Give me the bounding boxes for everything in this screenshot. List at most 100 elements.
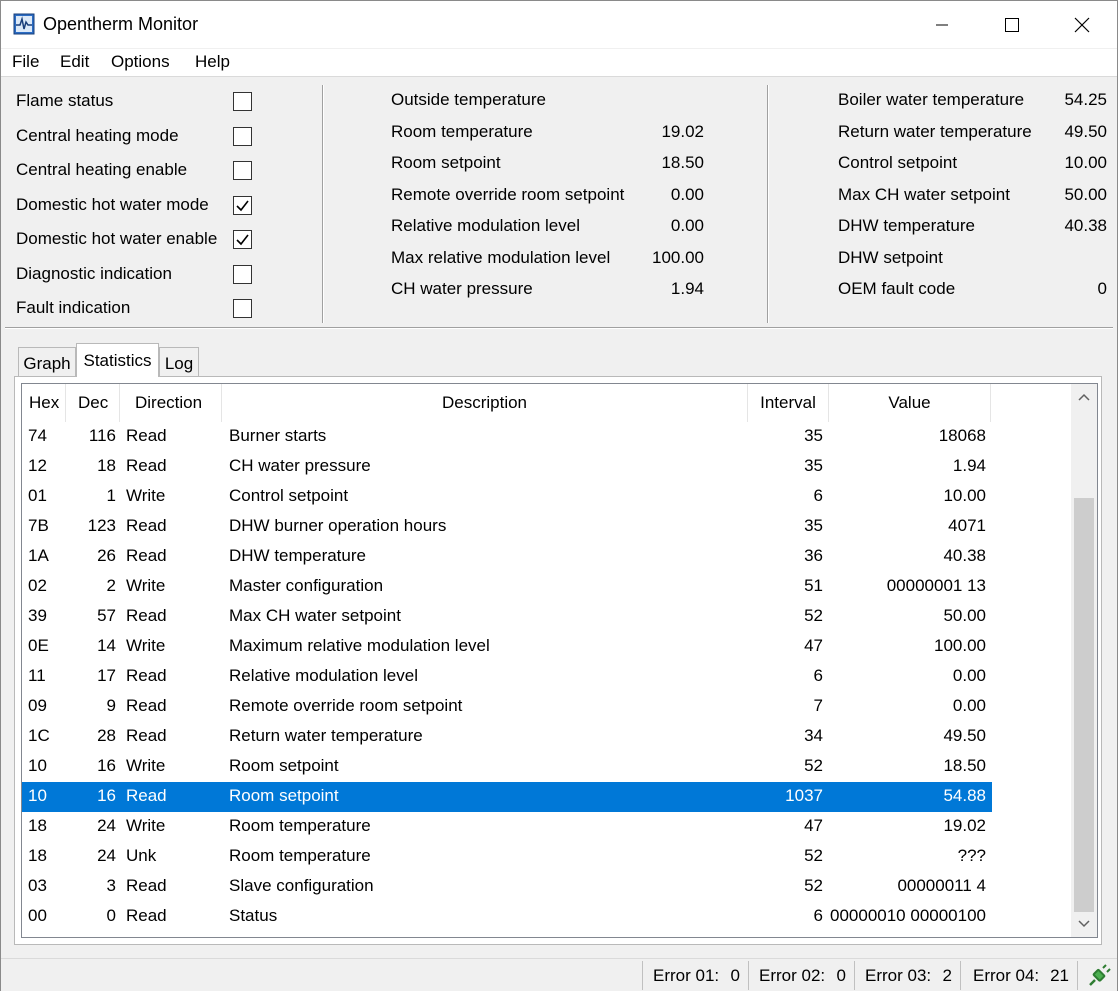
app-icon	[13, 13, 35, 35]
cell-interval: 36	[804, 546, 823, 565]
cell-description: Room temperature	[229, 846, 371, 865]
flag-checkbox[interactable]	[233, 299, 252, 318]
menu-bar: File Edit Options Help	[1, 49, 1117, 77]
cell-hex: 10	[28, 786, 47, 805]
scroll-up-button[interactable]	[1071, 384, 1097, 410]
cell-value: 100.00	[934, 636, 986, 655]
column-header-value[interactable]: Value	[829, 384, 991, 422]
table-row[interactable]: 00 0 Read Status 6 00000010 00000100	[22, 902, 992, 932]
tab-statistics[interactable]: Statistics	[76, 343, 159, 377]
flag-checkbox[interactable]	[233, 92, 252, 111]
table-row[interactable]: 18 24 Unk Room temperature 52???	[22, 842, 992, 872]
cell-direction: Read	[126, 696, 167, 715]
cell-value: 0.00	[952, 666, 986, 685]
parameter-value: 100.00	[652, 247, 704, 267]
cell-direction: Read	[126, 456, 167, 475]
cell-hex: 03	[28, 876, 47, 895]
cell-value: 4071	[948, 516, 986, 535]
cell-description: Burner starts	[229, 426, 327, 445]
error-02-pane: Error 02: 0	[748, 961, 854, 990]
cell-description: Maximum relative modulation level	[229, 636, 490, 655]
column-header-description[interactable]: Description	[222, 384, 748, 422]
table-row[interactable]: 12 18 Read CH water pressure 35 1.94	[22, 452, 992, 482]
cell-dec: 0	[106, 906, 116, 925]
table-row[interactable]: 03 3 Read Slave configuration 52 00000011 4	[22, 872, 992, 902]
cell-direction: Write	[126, 816, 166, 835]
minimize-button[interactable]	[907, 1, 977, 48]
error-01-value: 0	[730, 966, 740, 985]
cell-interval: 52	[804, 756, 823, 775]
flag-checkbox[interactable]	[233, 126, 252, 146]
menu-edit[interactable]: Edit	[60, 52, 89, 72]
table-row[interactable]: 74 116 Read Burner starts 35 18068	[22, 422, 992, 452]
menu-file[interactable]: File	[12, 52, 39, 72]
parameter-label: Control setpoint	[838, 153, 958, 172]
column-header-hex[interactable]: Hex	[22, 384, 66, 422]
cell-dec: 24	[97, 816, 116, 835]
cell-description: Max CH water setpoint	[229, 606, 401, 625]
table-row[interactable]: 1C 28 Read Return water temperature 34 49.50	[22, 722, 992, 752]
table-row[interactable]: 0E 14 Write Maximum relative modulation lev…	[22, 632, 992, 662]
cell-interval: 51	[804, 576, 823, 595]
error-01-pane: Error 01: 0	[642, 961, 748, 990]
cell-description: Room temperature	[229, 816, 371, 835]
cell-dec: 2	[106, 576, 116, 595]
table-row[interactable]: 39 57 Read Max CH water setpoint 52 50.00	[22, 602, 992, 632]
cell-dec: 28	[97, 726, 116, 745]
cell-direction: Write	[126, 756, 166, 775]
scrollbar-thumb[interactable]	[1074, 498, 1094, 912]
statistics-table[interactable]: Hex Dec Direction Description Interval V…	[21, 383, 1098, 938]
vertical-scrollbar[interactable]	[1071, 384, 1097, 937]
table-row[interactable]: 11 17 Read Relative modulation level 6 0.00	[22, 662, 992, 692]
maximize-button[interactable]	[977, 1, 1047, 48]
menu-help[interactable]: Help	[195, 52, 230, 72]
cell-hex: 00	[28, 906, 47, 925]
title-bar[interactable]: Opentherm Monitor	[1, 1, 1117, 48]
flag-label: Central heating mode	[16, 125, 179, 145]
cell-description: Remote override room setpoint	[229, 696, 463, 715]
table-row[interactable]: 18 24 Write Room temperature 47 19.02	[22, 812, 992, 842]
parameter-label: Relative modulation level	[391, 216, 580, 235]
cell-interval: 35	[804, 456, 823, 475]
scroll-down-button[interactable]	[1071, 911, 1097, 937]
cell-hex: 0E	[28, 636, 49, 655]
close-button[interactable]	[1047, 1, 1117, 48]
tab-graph[interactable]: Graph	[18, 347, 76, 377]
table-row[interactable]: 1A 26 Read DHW temperature 36 40.38	[22, 542, 992, 572]
cell-dec: 18	[97, 456, 116, 475]
cell-description: DHW temperature	[229, 546, 366, 565]
cell-dec: 16	[97, 786, 116, 805]
cell-description: Slave configuration	[229, 876, 374, 895]
column-header-interval[interactable]: Interval	[748, 384, 829, 422]
table-row[interactable]: 10 16 Write Room setpoint 52 18.50	[22, 752, 992, 782]
cell-value: 40.38	[943, 546, 986, 565]
divider	[5, 327, 1113, 329]
parameter-value: 40.38	[1064, 216, 1107, 235]
menu-options[interactable]: Options	[111, 52, 170, 72]
parameter-value: 0.00	[670, 216, 704, 235]
cell-value: 54.88	[943, 786, 986, 805]
cell-value: 18.50	[943, 756, 986, 775]
table-row[interactable]: 10 16 Read Room setpoint 1037 54.88	[22, 782, 992, 812]
table-row[interactable]: 02 2 Write Master configuration 51 00000001 1…	[22, 572, 992, 602]
close-icon	[1074, 17, 1090, 32]
parameter-label: Room temperature	[391, 121, 533, 141]
cell-description: Control setpoint	[229, 486, 349, 505]
table-row[interactable]: 09 9 Read Remote override room setpoint 7 0.0…	[22, 692, 992, 722]
table-row[interactable]: 01 1 Write Control setpoint 6 10.00	[22, 482, 992, 512]
flag-checkbox[interactable]	[233, 264, 252, 284]
flag-checkbox[interactable]	[233, 195, 252, 215]
cell-direction: Write	[126, 576, 166, 595]
tab-log[interactable]: Log	[159, 347, 199, 377]
column-header-direction[interactable]: Direction	[120, 384, 222, 422]
cell-description: Return water temperature	[229, 726, 423, 745]
error-03-pane: Error 03: 2	[854, 961, 960, 990]
cell-direction: Read	[126, 546, 167, 565]
flag-checkbox[interactable]	[233, 230, 252, 249]
table-row[interactable]: 7B 123 Read DHW burner operation hours 35 407…	[22, 512, 992, 542]
column-header-dec[interactable]: Dec	[66, 384, 120, 422]
flag-checkbox[interactable]	[233, 161, 252, 180]
cell-direction: Write	[126, 636, 166, 655]
cell-description: Status	[229, 906, 278, 925]
cell-hex: 02	[28, 576, 47, 595]
